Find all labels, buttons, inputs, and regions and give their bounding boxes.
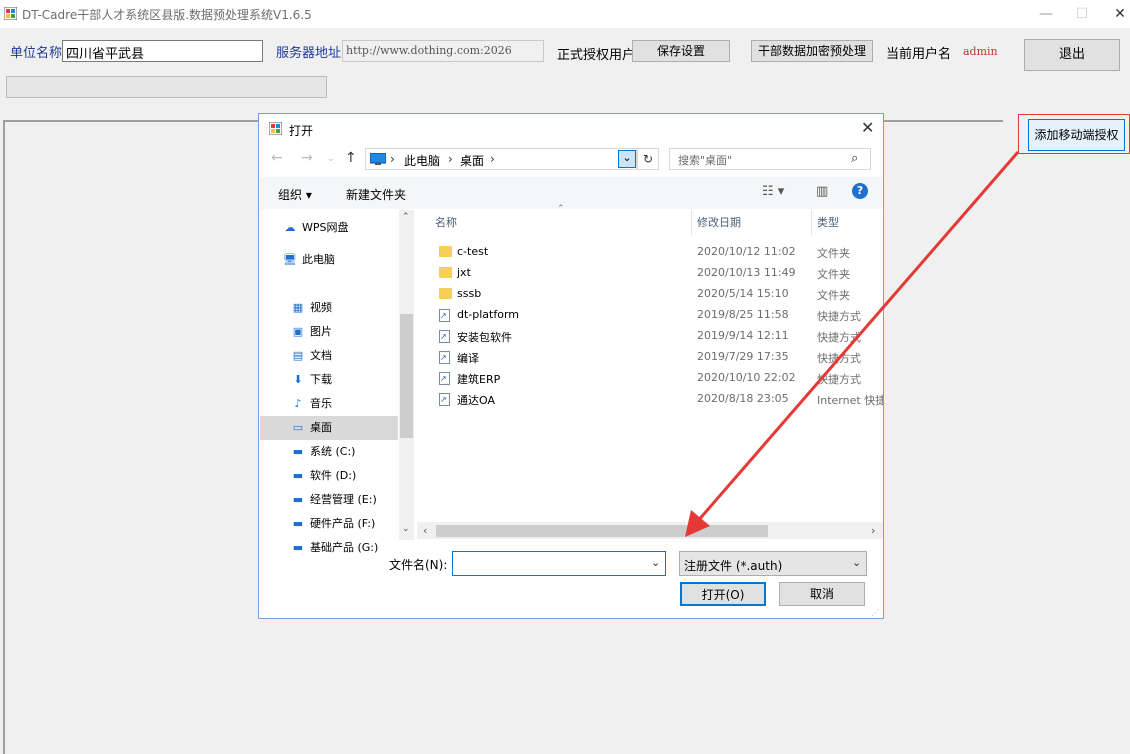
- annotation-arrow: [685, 151, 1020, 537]
